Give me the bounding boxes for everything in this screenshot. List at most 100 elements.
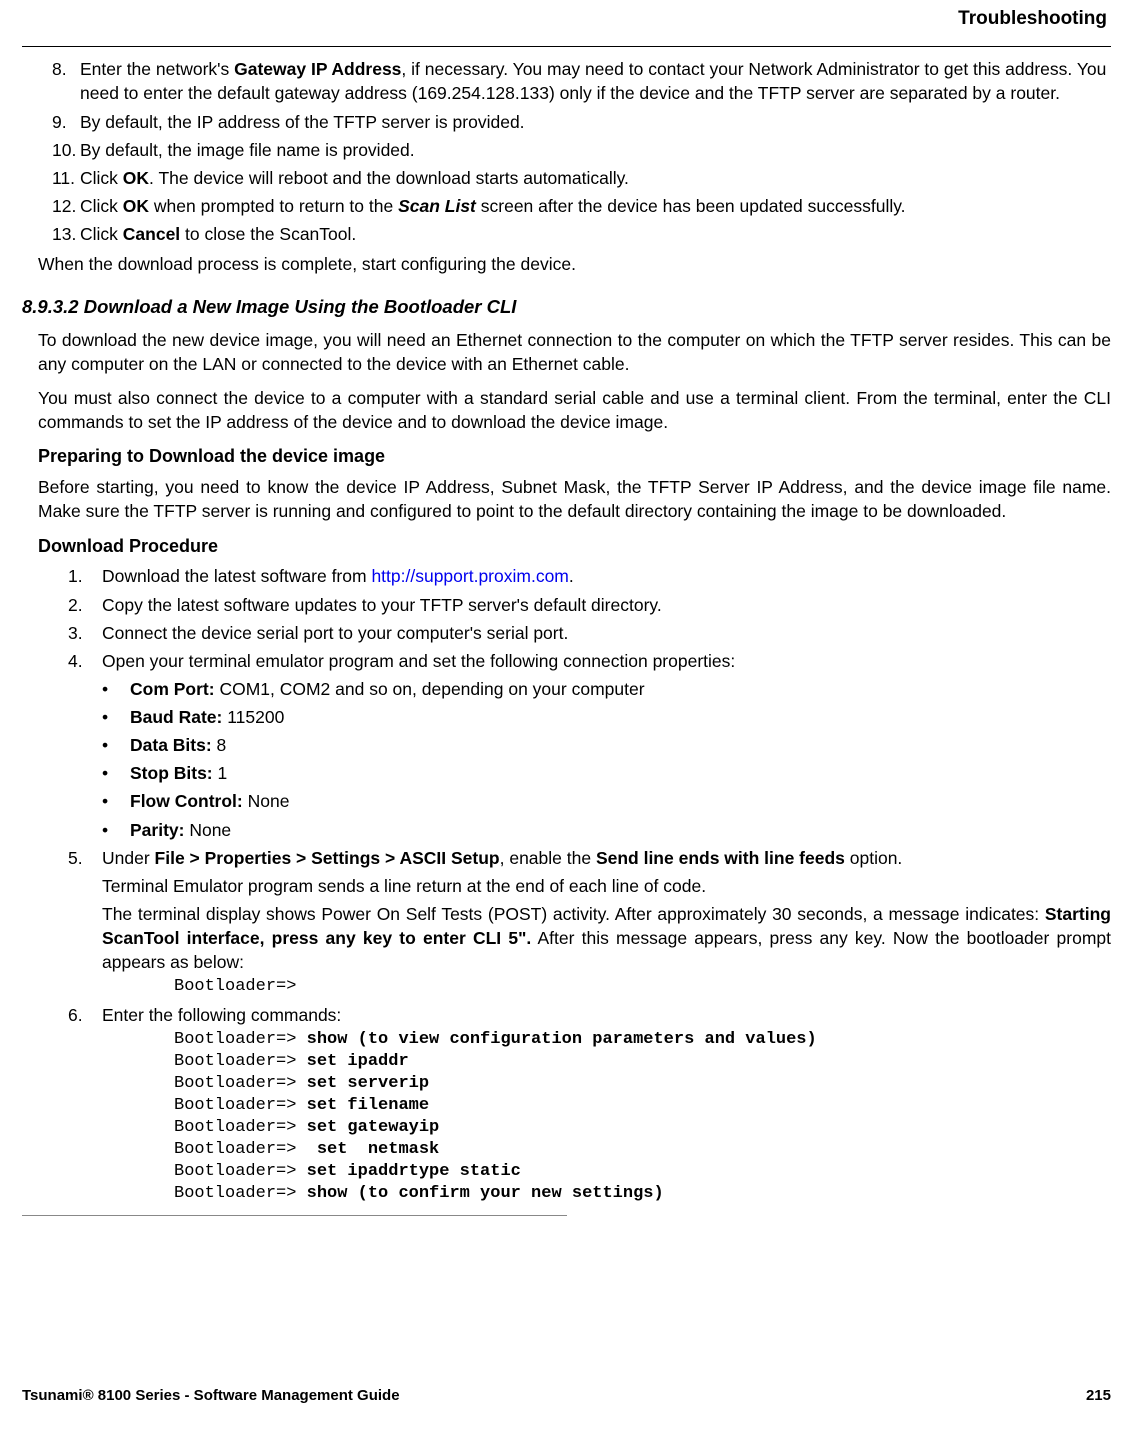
step-11: 11. Click OK. The device will reboot and…: [52, 166, 1111, 190]
bullet-icon: •: [102, 818, 130, 842]
dl-step-4: 4. Open your terminal emulator program a…: [68, 649, 1111, 842]
step-text: Connect the device serial port to your c…: [102, 621, 1111, 645]
text: Download the latest software from: [102, 566, 371, 586]
step-13: 13. Click Cancel to close the ScanTool.: [52, 222, 1111, 246]
step-9: 9. By default, the IP address of the TFT…: [52, 110, 1111, 134]
step-number: 13.: [52, 222, 80, 246]
step-text: By default, the image file name is provi…: [80, 138, 1111, 162]
bullet-icon: •: [102, 677, 130, 701]
prep-paragraph: Before starting, you need to know the de…: [38, 475, 1111, 523]
label: Baud Rate:: [130, 707, 222, 727]
bullet-icon: •: [102, 705, 130, 729]
text: .: [569, 566, 574, 586]
support-link[interactable]: http://support.proxim.com: [371, 566, 568, 586]
text: . The device will reboot and the downloa…: [149, 168, 629, 188]
step-number: 3.: [68, 621, 102, 645]
dl-step-3: 3. Connect the device serial port to you…: [68, 621, 1111, 645]
bullet-icon: •: [102, 733, 130, 757]
steps-list: 8. Enter the network's Gateway IP Addres…: [52, 57, 1111, 246]
step-number: 9.: [52, 110, 80, 134]
step-5-cont-2: The terminal display shows Power On Self…: [102, 902, 1111, 974]
header-rule: [22, 46, 1111, 47]
command: set netmask: [317, 1140, 460, 1159]
bullet-stop-bits: •Stop Bits: 1: [102, 761, 1111, 785]
step-number: 10.: [52, 138, 80, 162]
bullet-data-bits: •Data Bits: 8: [102, 733, 1111, 757]
scan-list-bold-italic: Scan List: [398, 196, 476, 216]
gateway-ip-bold: Gateway IP Address: [234, 59, 401, 79]
value: None: [184, 820, 231, 840]
ok-bold: OK: [123, 168, 149, 188]
download-list: 1. Download the latest software from htt…: [68, 564, 1111, 1205]
bullet-text: Baud Rate: 115200: [130, 705, 284, 729]
prompt: Bootloader=>: [174, 1096, 307, 1115]
command: show (to view configuration parameters a…: [307, 1030, 817, 1049]
prompt: Bootloader=>: [174, 1140, 317, 1159]
section-heading: 8.9.3.2 Download a New Image Using the B…: [22, 294, 1111, 320]
step-text: Click Cancel to close the ScanTool.: [80, 222, 1111, 246]
value: 8: [212, 735, 227, 755]
step-number: 12.: [52, 194, 80, 218]
label: Stop Bits:: [130, 763, 213, 783]
text: Under: [102, 848, 155, 868]
text: when prompted to return to the: [149, 196, 398, 216]
footer-rule: [22, 1215, 567, 1216]
step-number: 2.: [68, 593, 102, 617]
text: option.: [845, 848, 902, 868]
prompt: Bootloader=>: [174, 1052, 307, 1071]
text: screen after the device has been updated…: [476, 196, 906, 216]
after-steps-para: When the download process is complete, s…: [38, 252, 1111, 276]
text: Click: [80, 224, 123, 244]
prompt: Bootloader=>: [174, 1162, 307, 1181]
bullet-icon: •: [102, 789, 130, 813]
download-heading: Download Procedure: [38, 534, 1111, 559]
option-bold: Send line ends with line feeds: [596, 848, 845, 868]
value: 115200: [222, 707, 284, 727]
step-number: 11.: [52, 166, 80, 190]
text: to close the ScanTool.: [180, 224, 356, 244]
command-block: Bootloader=> show (to view configuration…: [174, 1029, 1111, 1206]
bullet-baud: •Baud Rate: 115200: [102, 705, 1111, 729]
bullet-parity: •Parity: None: [102, 818, 1111, 842]
label: Flow Control:: [130, 791, 243, 811]
prep-heading: Preparing to Download the device image: [38, 444, 1111, 469]
bootloader-prompt: Bootloader=>: [174, 976, 1111, 998]
cancel-bold: Cancel: [123, 224, 180, 244]
command: set gatewayip: [307, 1118, 450, 1137]
step-number: 6.: [68, 1003, 102, 1027]
label: Parity:: [130, 820, 184, 840]
step-8: 8. Enter the network's Gateway IP Addres…: [52, 57, 1111, 105]
dl-step-2: 2. Copy the latest software updates to y…: [68, 593, 1111, 617]
step-number: 5.: [68, 846, 102, 870]
menu-path-bold: File > Properties > Settings > ASCII Set…: [155, 848, 500, 868]
step-text: By default, the IP address of the TFTP s…: [80, 110, 1111, 134]
value: 1: [213, 763, 228, 783]
step-number: 8.: [52, 57, 80, 105]
step-text: Under File > Properties > Settings > ASC…: [102, 846, 1111, 870]
dl-step-6: 6. Enter the following commands: Bootloa…: [68, 1003, 1111, 1206]
bullet-text: Data Bits: 8: [130, 733, 226, 757]
command: set ipaddrtype static: [307, 1162, 521, 1181]
paragraph-2: You must also connect the device to a co…: [38, 386, 1111, 434]
footer-left: Tsunami® 8100 Series - Software Manageme…: [22, 1386, 400, 1407]
prompt: Bootloader=>: [174, 1118, 307, 1137]
text: Click: [80, 168, 123, 188]
text: The terminal display shows Power On Self…: [102, 904, 1045, 924]
bullet-text: Flow Control: None: [130, 789, 289, 813]
text: , enable the: [500, 848, 596, 868]
command: show (to confirm your new settings): [307, 1184, 664, 1203]
ok-bold: OK: [123, 196, 149, 216]
step-10: 10. By default, the image file name is p…: [52, 138, 1111, 162]
bullet-com-port: •Com Port: COM1, COM2 and so on, dependi…: [102, 677, 1111, 701]
page-header: Troubleshooting: [22, 0, 1111, 46]
paragraph-1: To download the new device image, you wi…: [38, 328, 1111, 376]
step-text: Copy the latest software updates to your…: [102, 593, 1111, 617]
step-5-cont-1: Terminal Emulator program sends a line r…: [102, 874, 1111, 898]
text: Click: [80, 196, 123, 216]
dl-step-5: 5. Under File > Properties > Settings > …: [68, 846, 1111, 999]
command: set serverip: [307, 1074, 440, 1093]
step-text: Click OK when prompted to return to the …: [80, 194, 1111, 218]
command: set ipaddr: [307, 1052, 419, 1071]
bullet-flow: •Flow Control: None: [102, 789, 1111, 813]
bullet-text: Com Port: COM1, COM2 and so on, dependin…: [130, 677, 645, 701]
